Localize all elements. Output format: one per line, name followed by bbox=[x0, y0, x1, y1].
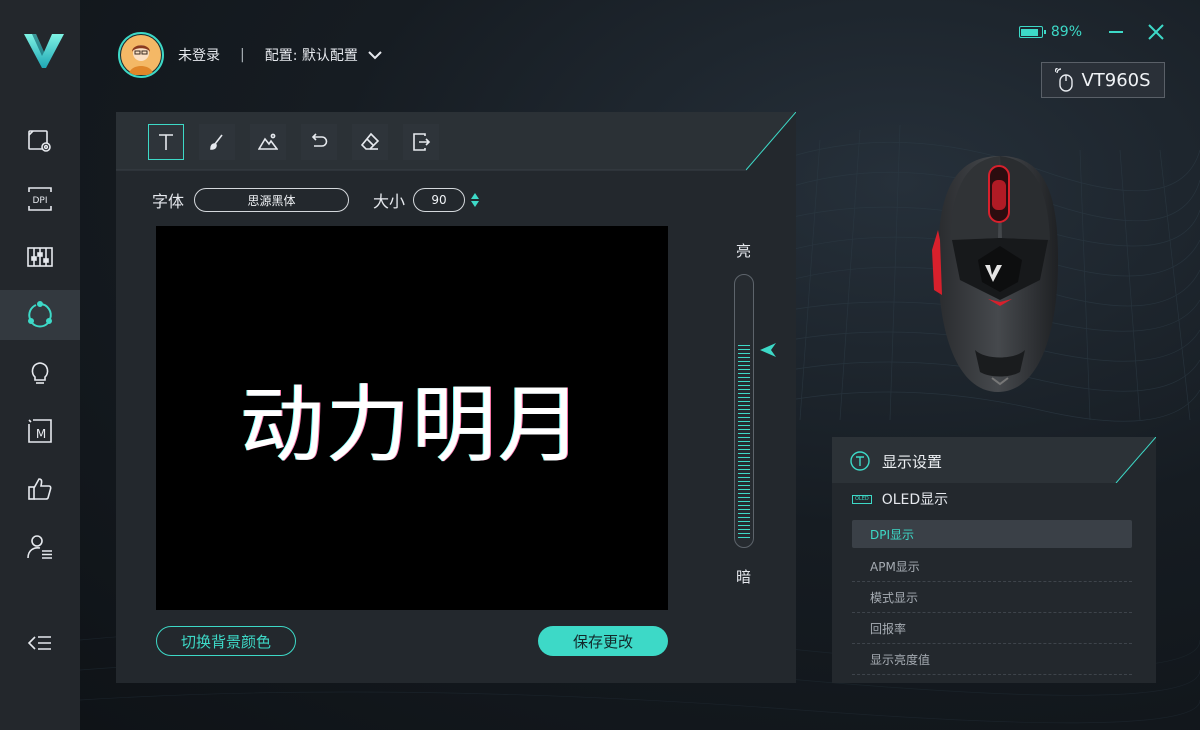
eraser-icon bbox=[360, 132, 380, 150]
chevron-down-icon bbox=[368, 51, 382, 60]
display-settings-title: 显示设置 bbox=[882, 453, 943, 471]
svg-text:M: M bbox=[36, 427, 46, 441]
minimize-button[interactable] bbox=[1102, 20, 1130, 44]
eraser-button[interactable] bbox=[352, 124, 388, 160]
export-icon bbox=[413, 133, 431, 151]
display-settings-panel: 显示设置 OLED OLED显示 DPI显示 APM显示 模式显示 回报率 显示亮度值 bbox=[832, 437, 1156, 683]
sidebar-item-equalizer[interactable] bbox=[0, 232, 80, 282]
battery-icon bbox=[1018, 26, 1046, 38]
switch-background-button[interactable]: 切换背景颜色 bbox=[156, 626, 296, 656]
size-input[interactable]: 90 bbox=[413, 188, 466, 212]
avatar[interactable] bbox=[118, 32, 164, 78]
sidebar-item-lighting[interactable] bbox=[0, 348, 80, 398]
undo-icon bbox=[311, 133, 328, 147]
sidebar: DPI M bbox=[0, 0, 80, 730]
oled-icon: OLED bbox=[852, 494, 872, 504]
size-stepper[interactable] bbox=[471, 193, 480, 207]
image-tool-button[interactable] bbox=[250, 124, 286, 160]
size-label: 大小 bbox=[373, 192, 406, 211]
sidebar-item-image-settings[interactable] bbox=[0, 116, 80, 166]
font-select[interactable]: 思源黑体 bbox=[194, 188, 350, 212]
wireless-mouse-icon bbox=[1055, 68, 1074, 92]
image-settings-icon bbox=[28, 130, 51, 152]
collapse-menu-icon bbox=[27, 636, 51, 650]
device-selector[interactable]: VT960S bbox=[1041, 62, 1165, 98]
display-settings-header-bg bbox=[832, 437, 1156, 483]
font-settings-row: 字体 思源黑体 大小 90 bbox=[152, 188, 480, 212]
mouse-preview bbox=[800, 110, 1200, 440]
thumbs-up-icon bbox=[28, 478, 52, 500]
brightness-fill bbox=[738, 345, 750, 539]
sidebar-collapse-button[interactable] bbox=[0, 618, 80, 668]
profile-dropdown[interactable]: 配置: 默认配置 bbox=[265, 45, 382, 65]
display-option-item[interactable]: APM显示 bbox=[852, 551, 1132, 582]
app-logo bbox=[22, 30, 66, 72]
brightness-low-label: 暗 bbox=[736, 568, 752, 586]
image-tool-icon bbox=[258, 133, 278, 150]
brightness-high-label: 亮 bbox=[736, 242, 752, 260]
sync-icon bbox=[28, 301, 52, 328]
display-option-item[interactable]: 显示亮度值 bbox=[852, 644, 1132, 675]
stepper-down-icon bbox=[471, 201, 480, 207]
display-options-list: DPI显示 APM显示 模式显示 回报率 显示亮度值 bbox=[852, 520, 1132, 675]
brush-tool-icon bbox=[210, 134, 223, 150]
header-separator: | bbox=[240, 47, 245, 63]
brush-tool-button[interactable] bbox=[199, 124, 235, 160]
oled-display-label: OLED显示 bbox=[881, 492, 949, 508]
text-tool-button[interactable] bbox=[148, 124, 184, 160]
mouse-image bbox=[932, 156, 1058, 392]
save-button[interactable]: 保存更改 bbox=[538, 626, 668, 656]
oled-display-row: OLED OLED显示 bbox=[852, 489, 948, 509]
display-option-item[interactable]: 回报率 bbox=[852, 613, 1132, 644]
stepper-up-icon bbox=[471, 193, 480, 199]
text-circle-icon bbox=[850, 451, 870, 471]
font-label: 字体 bbox=[152, 192, 185, 211]
brightness-handle-icon[interactable] bbox=[760, 343, 776, 357]
oled-canvas[interactable]: 动力明月 bbox=[156, 226, 668, 610]
device-name: VT960S bbox=[1081, 69, 1151, 91]
sidebar-item-recommend[interactable] bbox=[0, 464, 80, 514]
profile-label: 配置: 默认配置 bbox=[264, 48, 358, 64]
sidebar-item-dpi[interactable]: DPI bbox=[0, 174, 80, 224]
lightbulb-icon bbox=[31, 362, 49, 384]
sidebar-item-account[interactable] bbox=[0, 522, 80, 572]
brightness-slider[interactable] bbox=[734, 274, 754, 548]
oled-editor-panel: 字体 思源黑体 大小 90 动力明月 亮 暗 切换背景颜色 保存更改 bbox=[116, 112, 796, 683]
sidebar-item-sync[interactable] bbox=[0, 290, 80, 340]
macro-icon: M bbox=[28, 419, 52, 443]
display-option-item[interactable]: DPI显示 bbox=[852, 520, 1132, 548]
svg-text:DPI: DPI bbox=[32, 196, 47, 206]
display-option-item[interactable]: 模式显示 bbox=[852, 582, 1132, 613]
sidebar-item-macro[interactable]: M bbox=[0, 406, 80, 456]
user-list-icon bbox=[27, 535, 52, 559]
login-status[interactable]: 未登录 bbox=[178, 45, 220, 65]
header: 未登录 | 配置: 默认配置 bbox=[118, 32, 382, 78]
minimize-icon bbox=[1109, 31, 1123, 33]
undo-button[interactable] bbox=[301, 124, 337, 160]
dpi-icon: DPI bbox=[28, 187, 52, 211]
equalizer-icon bbox=[27, 247, 53, 267]
text-tool-icon bbox=[159, 134, 173, 150]
window-controls: 89% bbox=[1018, 20, 1170, 44]
battery-percent: 89% bbox=[1050, 24, 1082, 40]
battery-status: 89% bbox=[1018, 24, 1082, 40]
export-button[interactable] bbox=[403, 124, 439, 160]
close-button[interactable] bbox=[1142, 20, 1170, 44]
close-icon bbox=[1148, 24, 1164, 40]
canvas-text[interactable]: 动力明月 bbox=[240, 358, 584, 479]
